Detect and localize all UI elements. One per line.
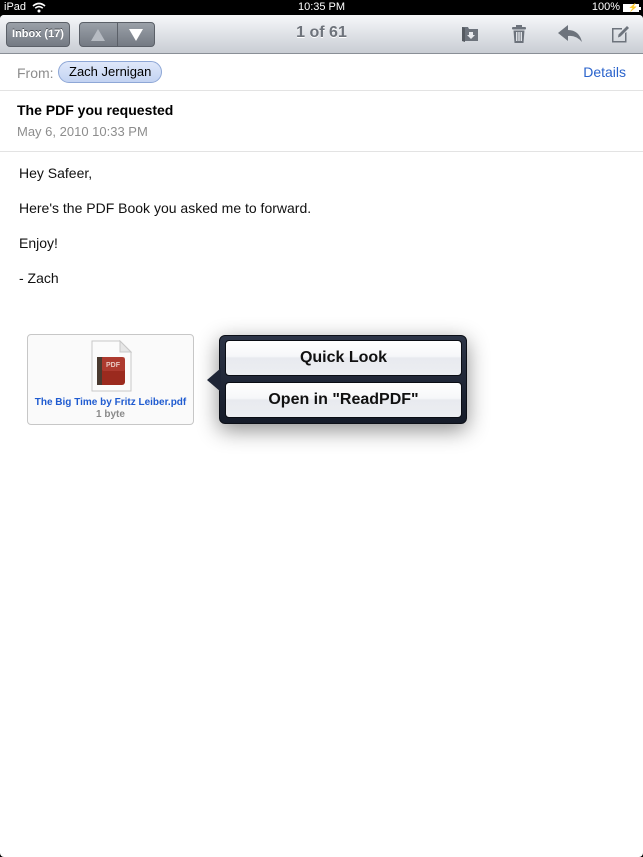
message-subject: The PDF you requested bbox=[17, 102, 174, 118]
details-link[interactable]: Details bbox=[583, 64, 626, 80]
pdf-file-icon: PDF bbox=[91, 340, 132, 392]
compose-icon[interactable] bbox=[610, 24, 630, 44]
body-line: Enjoy! bbox=[19, 235, 58, 251]
battery-charging-icon: ⚡ bbox=[623, 3, 641, 12]
subject-block: The PDF you requested May 6, 2010 10:33 … bbox=[0, 92, 643, 152]
body-line: - Zach bbox=[19, 270, 59, 286]
attachment-action-popover: Quick Look Open in "ReadPDF" bbox=[207, 335, 467, 424]
battery-percent: 100% bbox=[591, 1, 620, 13]
reply-icon[interactable] bbox=[557, 24, 583, 44]
move-to-folder-icon[interactable] bbox=[460, 24, 480, 44]
clock: 10:35 PM bbox=[297, 1, 346, 13]
quick-look-button[interactable]: Quick Look bbox=[225, 340, 462, 376]
body-line: Hey Safeer, bbox=[19, 165, 93, 181]
body-line: Here's the PDF Book you asked me to forw… bbox=[19, 200, 312, 216]
status-bar: iPad 10:35 PM 100% ⚡ bbox=[0, 0, 643, 15]
message-body: Hey Safeer, Here's the PDF Book you aske… bbox=[19, 165, 311, 305]
attachment-tile[interactable]: PDF The Big Time by Fritz Leiber.pdf 1 b… bbox=[27, 334, 194, 425]
attachment-size: 1 byte bbox=[96, 409, 125, 420]
from-row: From: Zach Jernigan Details bbox=[0, 55, 643, 91]
message-date: May 6, 2010 10:33 PM bbox=[17, 124, 148, 139]
sender-chip[interactable]: Zach Jernigan bbox=[58, 61, 163, 83]
popover-arrow bbox=[207, 368, 221, 392]
mail-message-view: Inbox (17) 1 of 61 From: Zach Jernigan D… bbox=[0, 15, 643, 857]
svg-text:PDF: PDF bbox=[106, 362, 121, 369]
attachment-name: The Big Time by Fritz Leiber.pdf bbox=[34, 397, 187, 408]
message-toolbar: Inbox (17) 1 of 61 bbox=[0, 15, 643, 54]
message-counter: 1 of 61 bbox=[296, 24, 347, 41]
trash-icon[interactable] bbox=[509, 24, 529, 44]
from-label: From: bbox=[17, 65, 54, 81]
open-in-readpdf-button[interactable]: Open in "ReadPDF" bbox=[225, 382, 462, 418]
